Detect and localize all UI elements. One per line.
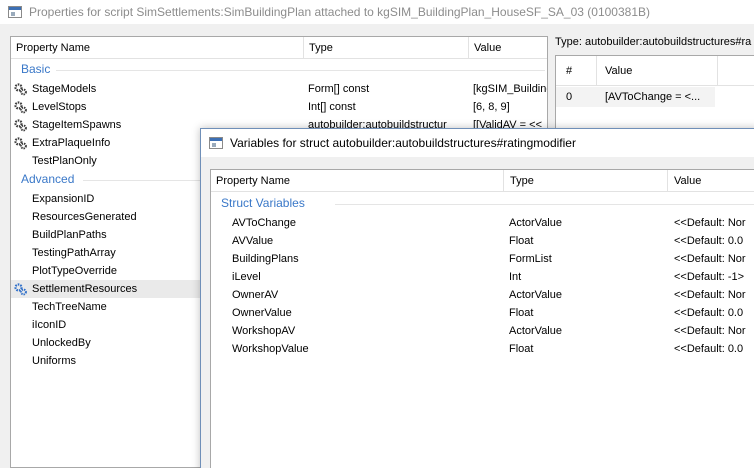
variable-name: AVToChange [232,217,297,229]
struct-variable-row[interactable]: OwnerAV ActorValue <<Default: Nor [211,286,754,304]
variable-name: BuildingPlans [232,253,299,265]
variable-type: ActorValue [509,325,562,337]
property-row[interactable]: StageModels Form[] const [kgSIM_Building [11,80,547,98]
struct-variable-row[interactable]: BuildingPlans FormList <<Default: Nor [211,250,754,268]
struct-table-header: Property Name Type Value [211,170,754,192]
column-header-type[interactable]: Type [304,37,333,59]
property-type: Int[] const [308,101,356,113]
window-title: Properties for script SimSettlements:Sim… [29,5,650,19]
variable-name: AVValue [232,235,274,247]
column-header-index[interactable]: # [561,56,572,86]
array-index: 0 [566,91,573,103]
property-name: TechTreeName [32,301,107,313]
array-row[interactable]: 0 [AVToChange = <... [556,87,715,107]
property-value: [6, 8, 9] [473,101,510,113]
variable-value: <<Default: Nor [674,289,746,301]
struct-variables-table: Property Name Type Value Struct Variable… [210,169,754,468]
group-divider [335,204,754,205]
variable-value: <<Default: Nor [674,217,746,229]
script-gear-icon [14,119,27,132]
column-header-value[interactable]: Value [469,37,501,59]
variable-value: <<Default: Nor [674,253,746,265]
variable-type: Float [509,307,534,319]
property-name: PlotTypeOverride [32,265,117,277]
window-titlebar: Properties for script SimSettlements:Sim… [0,0,754,24]
struct-variable-row[interactable]: OwnerValue Float <<Default: 0.0 [211,304,754,322]
variable-type: Float [509,235,534,247]
property-name: UnlockedBy [32,337,91,349]
struct-variable-row[interactable]: WorkshopAV ActorValue <<Default: Nor [211,322,754,340]
script-gear-blue-icon [14,283,27,296]
variable-type: Float [509,343,534,355]
array-table-header: # Value [556,56,754,86]
struct-variables-dialog: Variables for struct autobuilder:autobui… [200,128,754,468]
property-name: ExtraPlaqueInfo [32,137,111,149]
variable-type: Int [509,271,522,283]
property-name: Uniforms [32,355,77,367]
variable-name: WorkshopAV [232,325,296,337]
variable-name: OwnerAV [232,289,279,301]
script-gear-icon [14,101,27,114]
variable-type: ActorValue [509,289,562,301]
dialog-column-header-property-name[interactable]: Property Name [211,170,290,192]
dialog-app-icon [209,137,223,149]
group-header-struct-variables[interactable]: Struct Variables [221,196,305,210]
array-type-label: Type: autobuilder:autobuildstructures#ra [555,36,752,48]
property-name: StageModels [32,83,97,95]
script-gear-icon [14,137,27,150]
group-header-basic[interactable]: Basic [21,62,50,76]
property-name: TestPlanOnly [32,155,97,167]
variable-value: <<Default: 0.0 [674,235,744,247]
variable-value: <<Default: -1> [674,271,745,283]
variable-value: <<Default: 0.0 [674,307,744,319]
property-name: TestingPathArray [32,247,116,259]
struct-variable-row[interactable]: WorkshopValue Float <<Default: 0.0 [211,340,754,358]
array-value: [AVToChange = <... [605,91,701,103]
property-name: ExpansionID [32,193,95,205]
variable-name: iLevel [232,271,261,283]
struct-variable-row[interactable]: AVToChange ActorValue <<Default: Nor [211,214,754,232]
struct-variable-row[interactable]: iLevel Int <<Default: -1> [211,268,754,286]
property-name: BuildPlanPaths [32,229,107,241]
variable-name: OwnerValue [232,307,292,319]
column-header-property-name[interactable]: Property Name [11,37,90,59]
window-app-icon [8,6,22,18]
dialog-title: Variables for struct autobuilder:autobui… [230,136,576,150]
property-name: iIconID [32,319,67,331]
variable-name: WorkshopValue [232,343,309,355]
script-gear-icon [14,83,27,96]
property-name: SettlementResources [32,283,138,295]
group-divider [56,70,545,71]
property-name: StageItemSpawns [32,119,122,131]
dialog-titlebar[interactable]: Variables for struct autobuilder:autobui… [201,129,754,157]
property-table-header: Property Name Type Value [11,37,547,59]
group-header-advanced[interactable]: Advanced [21,172,74,186]
column-header-array-value[interactable]: Value [600,56,632,86]
dialog-column-header-type[interactable]: Type [505,170,534,192]
variable-type: FormList [509,253,552,265]
struct-variable-row[interactable]: AVValue Float <<Default: 0.0 [211,232,754,250]
property-type: Form[] const [308,83,370,95]
variable-value: <<Default: 0.0 [674,343,744,355]
property-value: [kgSIM_Building [473,83,548,95]
dialog-column-header-value[interactable]: Value [669,170,701,192]
variable-value: <<Default: Nor [674,325,746,337]
variable-type: ActorValue [509,217,562,229]
property-row[interactable]: LevelStops Int[] const [6, 8, 9] [11,98,547,116]
property-name: ResourcesGenerated [32,211,137,223]
property-name: LevelStops [32,101,87,113]
